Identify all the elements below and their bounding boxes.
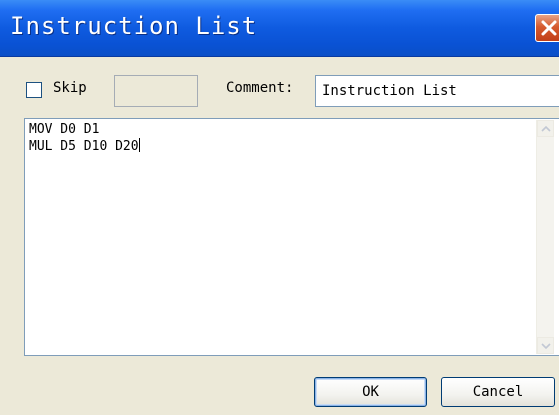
window-title: Instruction List (10, 12, 258, 40)
close-icon (541, 20, 557, 36)
comment-input[interactable] (315, 75, 559, 107)
title-bar[interactable]: Instruction List (0, 0, 559, 57)
skip-label: Skip (53, 80, 87, 96)
skip-checkbox[interactable] (26, 82, 42, 98)
ok-button[interactable]: OK (314, 377, 427, 407)
scroll-up-button[interactable] (537, 120, 554, 137)
comment-label: Comment: (226, 80, 294, 96)
editor-line-active: MUL D5 D10 D20 (29, 138, 140, 155)
instruction-editor[interactable]: MOV D0 D1 MUL D5 D10 D20 (24, 118, 559, 356)
vertical-scrollbar[interactable] (536, 120, 554, 354)
editor-line: MOV D0 D1 (29, 122, 100, 137)
text-caret (138, 138, 140, 152)
scroll-up-arrow-icon (541, 125, 551, 132)
scroll-down-button[interactable] (537, 337, 554, 354)
editor-content[interactable]: MOV D0 D1 MUL D5 D10 D20 (29, 122, 140, 155)
editor-line: MUL D5 D10 D20 (29, 139, 139, 154)
scroll-down-arrow-icon (541, 343, 551, 350)
close-button[interactable] (535, 14, 559, 42)
skip-value-field (114, 75, 198, 107)
cancel-button[interactable]: Cancel (441, 377, 555, 407)
instruction-list-dialog: Instruction List Skip Comment: MOV D0 D1… (0, 0, 559, 415)
